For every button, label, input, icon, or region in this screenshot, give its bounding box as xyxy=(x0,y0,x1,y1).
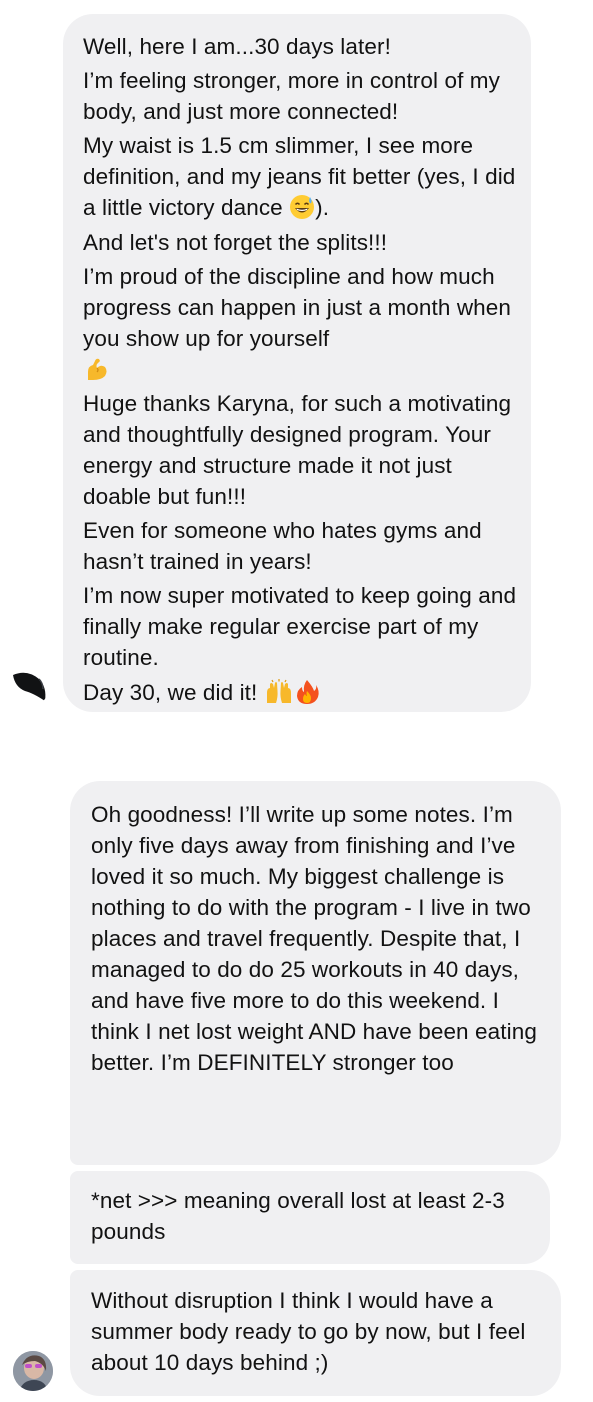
grinning-sweat-emoji-icon xyxy=(290,195,315,220)
message-paragraph: I’m feeling stronger, more in control of… xyxy=(83,68,500,125)
message-paragraph-text: Day 30, we did it! xyxy=(83,679,258,705)
message-paragraph-text: I’m proud of the discipline and how much… xyxy=(83,263,512,351)
message-paragraph: And let's not forget the splits!!! xyxy=(83,229,388,255)
flexed-biceps-emoji-icon xyxy=(88,358,107,380)
message-paragraph: I’m now super motivated to keep going an… xyxy=(83,583,517,671)
message-paragraph-muscle: I’m proud of the discipline and how much… xyxy=(83,261,519,385)
message-paragraph: Huge thanks Karyna, for such a motivatin… xyxy=(83,390,512,509)
avatar-image-icon xyxy=(13,1351,53,1391)
message-paragraph: Well, here I am...30 days later! xyxy=(83,34,391,59)
message-bubble-1[interactable]: Well, here I am...30 days later! I’m fee… xyxy=(63,14,531,712)
message-paragraph: Even for someone who hates gyms and hasn… xyxy=(83,518,482,575)
message-text: Oh goodness! I’ll write up some notes. I… xyxy=(91,802,537,1075)
message-text: Without disruption I think I would have … xyxy=(91,1288,526,1375)
sender-avatar[interactable] xyxy=(9,667,49,707)
fire-emoji-icon xyxy=(296,679,319,704)
message-paragraph-final: Day 30, we did it! xyxy=(83,677,519,708)
message-bubble-2[interactable]: Oh goodness! I’ll write up some notes. I… xyxy=(70,781,561,1165)
raising-hands-emoji-icon xyxy=(266,678,291,703)
message-bubble-3[interactable]: *net >>> meaning overall lost at least 2… xyxy=(70,1171,550,1264)
message-text: *net >>> meaning overall lost at least 2… xyxy=(91,1188,505,1244)
message-bubble-4[interactable]: Without disruption I think I would have … xyxy=(70,1270,561,1396)
message-paragraph-suffix: ). xyxy=(315,195,330,221)
sender-avatar[interactable] xyxy=(13,1351,53,1391)
avatar-image-icon xyxy=(13,672,46,701)
message-paragraph-dance: My waist is 1.5 cm slimmer, I see more d… xyxy=(83,130,519,223)
message-thread: Well, here I am...30 days later! I’m fee… xyxy=(0,0,593,1402)
